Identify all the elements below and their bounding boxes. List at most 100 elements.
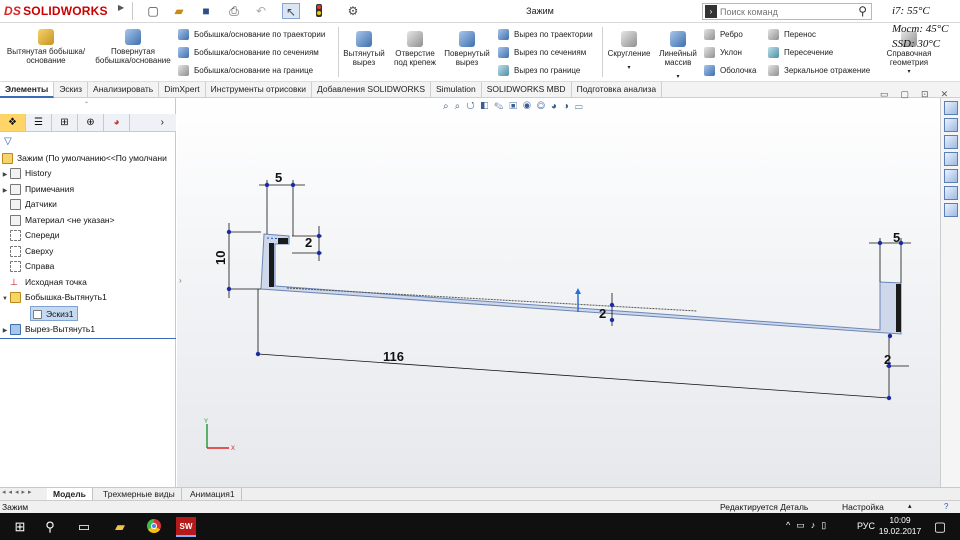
tab-3d-views[interactable]: Трехмерные виды <box>97 488 182 500</box>
fillet-button[interactable]: Скругление ▾ <box>604 31 654 73</box>
tab-solidworks-addins[interactable]: Добавления SOLIDWORKS <box>312 82 432 98</box>
shell-button[interactable]: Оболочка <box>704 64 756 78</box>
tab-sketch[interactable]: Эскиз <box>54 82 89 98</box>
design-library-icon[interactable] <box>944 118 958 132</box>
swept-cut-button[interactable]: Вырез по траектории <box>498 28 593 42</box>
rollback-bar[interactable] <box>0 338 176 339</box>
fillet-dropdown-icon[interactable]: ▾ <box>604 64 654 73</box>
property-manager-tab-icon[interactable]: ☰ <box>26 114 52 131</box>
tab-animation[interactable]: Анимация1 <box>184 488 242 500</box>
sketch-profile[interactable] <box>260 233 902 335</box>
revolved-boss-button[interactable]: Повернутая бобышка/основание <box>92 29 174 65</box>
status-dropdown-icon[interactable]: ▴ <box>908 501 912 513</box>
swept-boss-button[interactable]: Бобышка/основание по траектории <box>178 28 325 42</box>
display-manager-tab-icon[interactable]: ◕ <box>104 114 130 131</box>
tree-item-annotations[interactable]: ▶ Примечания <box>0 182 74 197</box>
hole-wizard-button[interactable]: Отверстие под крепеж <box>390 31 440 67</box>
custom-properties-icon[interactable] <box>944 186 958 200</box>
search-icon[interactable]: ⚲ <box>858 4 867 18</box>
tree-item-top-plane[interactable]: Сверху <box>0 244 53 259</box>
tree-item-boss-extrude[interactable]: ▼ Бобышка-Вытянуть1 <box>0 290 107 305</box>
traffic-light-icon[interactable] <box>310 3 328 19</box>
sketch-canvas[interactable]: 5 2 10 116 2 5 2 Y X <box>177 98 940 488</box>
tree-item-sketch1[interactable]: Эскиз1 <box>30 306 78 321</box>
appearances-icon[interactable] <box>944 169 958 183</box>
solidworks-resources-icon[interactable] <box>944 101 958 115</box>
undo-icon[interactable]: ↶ <box>252 3 270 19</box>
revolved-cut-button[interactable]: Повернутый вырез <box>442 31 492 67</box>
open-icon[interactable]: ▰ <box>170 3 188 19</box>
tab-model[interactable]: Модель <box>47 488 93 500</box>
print-icon[interactable]: ⎙ <box>225 3 243 19</box>
reference-dropdown-icon[interactable]: ▾ <box>880 68 938 77</box>
options-icon[interactable]: ⚙ <box>344 3 362 19</box>
extruded-cut-button[interactable]: Вытянутый вырез <box>342 31 386 67</box>
tree-root-part[interactable]: Зажим (По умолчанию<<По умолчани <box>2 151 167 166</box>
file-explorer-icon[interactable] <box>944 135 958 149</box>
taskbar-clock[interactable]: 10:09 19.02.2017 <box>878 515 922 537</box>
tray-expand-icon[interactable]: ^ <box>786 520 796 530</box>
dim-left-height[interactable]: 10 <box>213 251 228 265</box>
dimxpert-manager-tab-icon[interactable]: ⊕ <box>78 114 104 131</box>
dim-top-left-gap[interactable]: 2 <box>305 235 312 250</box>
status-custom[interactable]: Настройка <box>842 501 884 513</box>
dim-right-gap[interactable]: 2 <box>884 352 891 367</box>
configuration-manager-tab-icon[interactable]: ⊞ <box>52 114 78 131</box>
volume-icon[interactable]: ♪ <box>811 520 822 530</box>
pattern-dropdown-icon[interactable]: ▾ <box>654 73 702 82</box>
expand-icon[interactable]: ▶ <box>0 324 10 339</box>
dim-top-left-width[interactable]: 5 <box>275 170 282 185</box>
collapse-icon[interactable]: ▼ <box>0 292 10 307</box>
dim-right-width[interactable]: 5 <box>893 230 900 245</box>
status-help-icon[interactable]: ? <box>944 501 948 513</box>
tree-item-material[interactable]: Материал <не указан> <box>0 213 115 228</box>
tab-markup-tools[interactable]: Инструменты отрисовки <box>206 82 312 98</box>
forum-icon[interactable] <box>944 203 958 217</box>
solidworks-logo[interactable]: DS SOLIDWORKS <box>4 4 108 18</box>
menu-expand-arrow[interactable]: ▶ <box>118 2 124 12</box>
boundary-cut-button[interactable]: Вырез по границе <box>498 64 593 78</box>
boundary-boss-button[interactable]: Бобышка/основание на границе <box>178 64 325 78</box>
wrap-button[interactable]: Перенос <box>768 28 870 42</box>
save-icon[interactable]: ■ <box>197 3 215 19</box>
draft-button[interactable]: Уклон <box>704 46 756 60</box>
tab-dimxpert[interactable]: DimXpert <box>159 82 206 98</box>
select-icon[interactable]: ↖ <box>282 3 300 19</box>
rib-button[interactable]: Ребро <box>704 28 756 42</box>
tree-item-cut-extrude[interactable]: ▶ Вырез-Вытянуть1 <box>0 322 95 337</box>
tree-item-sensors[interactable]: Датчики <box>0 197 57 212</box>
tree-item-origin[interactable]: ⊥ Исходная точка <box>0 275 87 290</box>
graphics-area[interactable]: › ⌕⌕↺◧✎▣◉◎◕◑▭ ▭▢⊡✕ 5 2 10 116 2 5 2 Y X <box>177 89 948 488</box>
tab-analysis-preparation[interactable]: Подготовка анализа <box>572 82 663 98</box>
tree-item-front-plane[interactable]: Спереди <box>0 228 59 243</box>
dim-bottom-length[interactable]: 116 <box>383 349 404 364</box>
linear-pattern-button[interactable]: Линейный массив ▾ <box>654 31 702 82</box>
input-language[interactable]: РУС <box>857 521 875 531</box>
tree-item-history[interactable]: ▶ History <box>0 166 51 181</box>
tree-item-right-plane[interactable]: Справа <box>0 259 54 274</box>
intersect-button[interactable]: Пересечение <box>768 46 870 60</box>
solidworks-taskbar-icon[interactable]: SW <box>176 517 196 537</box>
lofted-cut-button[interactable]: Вырез по сечениям <box>498 46 593 60</box>
mirror-button[interactable]: Зеркальное отражение <box>768 64 870 78</box>
extruded-boss-button[interactable]: Вытянутая бобышка/основание <box>6 29 86 65</box>
expand-icon[interactable]: ▶ <box>0 168 10 183</box>
file-explorer-taskbar-icon[interactable]: ▰ <box>110 517 130 537</box>
tab-evaluate[interactable]: Анализировать <box>88 82 160 98</box>
chrome-icon[interactable] <box>144 517 164 537</box>
more-tabs-arrow-icon[interactable]: › <box>130 114 170 131</box>
new-icon[interactable]: ▢ <box>144 3 162 19</box>
tab-features[interactable]: Элементы <box>0 82 55 98</box>
dim-middle-thickness[interactable]: 2 <box>599 306 606 321</box>
lofted-boss-button[interactable]: Бобышка/основание по сечениям <box>178 46 325 60</box>
search-input[interactable] <box>720 5 850 18</box>
view-palette-icon[interactable] <box>944 152 958 166</box>
feature-tree-tab-icon[interactable]: ❖ <box>0 114 26 131</box>
battery-icon[interactable]: ▯ <box>821 520 832 530</box>
windows-start-icon[interactable]: ⊞ <box>10 517 30 537</box>
task-view-icon[interactable]: ▭ <box>74 517 94 537</box>
tab-scroll-arrows[interactable]: ◂◂◂▸▸ <box>2 488 35 496</box>
taskbar-search-icon[interactable]: ⚲ <box>40 517 60 537</box>
filter-icon[interactable]: ▽ <box>4 136 12 147</box>
tab-simulation[interactable]: Simulation <box>431 82 482 98</box>
